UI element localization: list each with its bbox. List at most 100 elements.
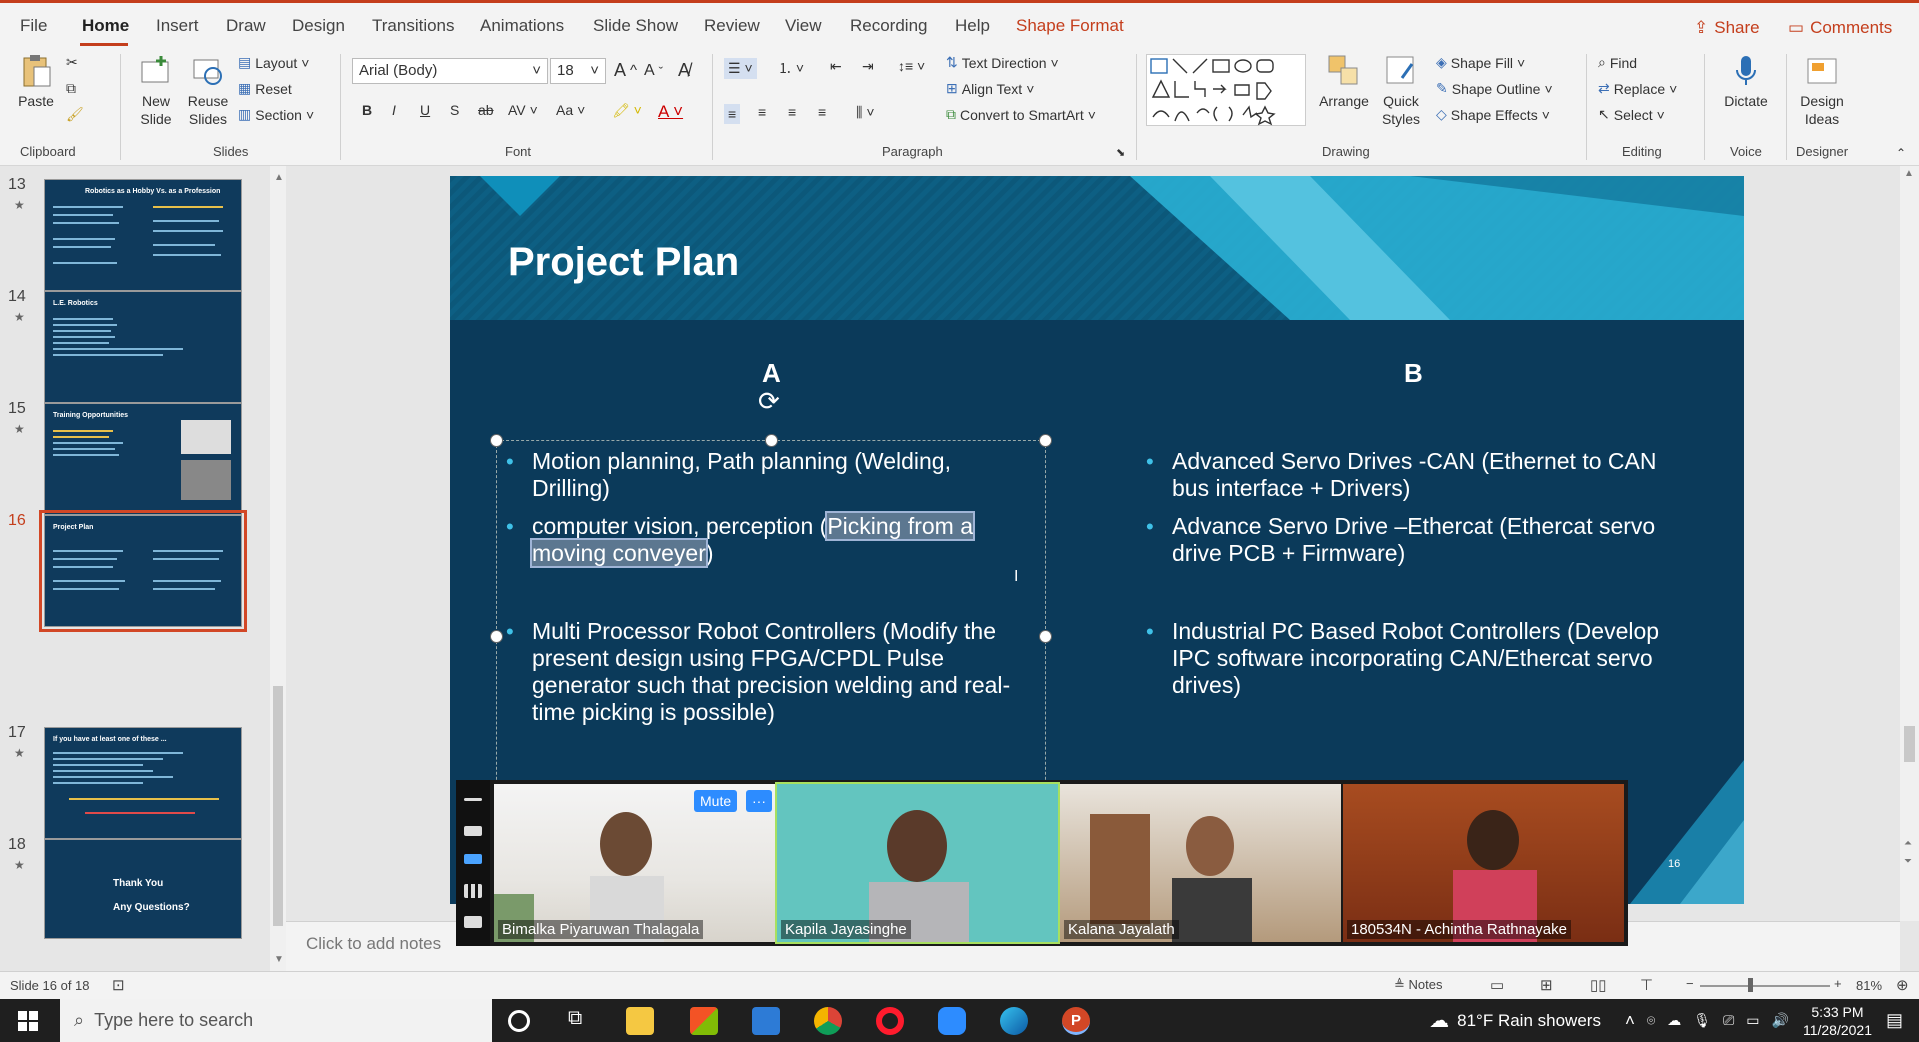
chrome-icon[interactable] [814, 1007, 842, 1035]
onedrive-icon[interactable]: ☁ [1667, 1012, 1681, 1029]
justify-icon[interactable]: ≡ [818, 104, 826, 120]
bullet-b-2[interactable]: Advance Servo Drive –Ethercat (Ethercat … [1146, 513, 1672, 567]
numbering-icon[interactable]: ⒈ ˅ [778, 58, 804, 78]
tab-slide-show[interactable]: Slide Show [593, 16, 678, 36]
dictate-button[interactable]: Dictate [1716, 54, 1776, 110]
reading-view-icon[interactable]: ▯▯ [1590, 976, 1607, 994]
decrease-indent-icon[interactable]: ⇤ [830, 58, 842, 75]
tab-view[interactable]: View [785, 16, 822, 36]
zoom-out-icon[interactable]: − [1686, 976, 1694, 991]
tab-draw[interactable]: Draw [226, 16, 266, 36]
taskbar-search[interactable]: ⌕ Type here to search [60, 999, 492, 1042]
participant-video-2[interactable]: Kapila Jayasinghe [775, 782, 1060, 944]
opera-icon[interactable] [876, 1007, 904, 1035]
strip-view-icon[interactable] [464, 854, 482, 864]
clock[interactable]: 5:33 PM 11/28/2021 [1803, 1003, 1872, 1039]
chevron-up-icon[interactable]: ˄ [1625, 1011, 1635, 1031]
slide-title[interactable]: Project Plan [508, 240, 739, 285]
clear-formatting-icon[interactable]: A̸ [678, 60, 690, 81]
scroll-up-icon[interactable]: ▲ [1904, 168, 1914, 179]
zoom-slider-thumb[interactable] [1748, 978, 1753, 992]
slide-thumbnail-14[interactable]: L.E. Robotics [44, 291, 242, 403]
highlight-color-icon[interactable]: 🖍 ˅ [612, 102, 642, 119]
store-icon[interactable] [690, 1007, 718, 1035]
format-painter-icon[interactable]: 🖌 [66, 106, 84, 123]
canvas-scrollbar[interactable]: ▲ ⏶ ⏷ [1900, 166, 1919, 921]
columns-icon[interactable]: ⫼ ˅ [856, 104, 875, 121]
normal-view-icon[interactable]: ▭ [1490, 976, 1504, 994]
windows-start-icon[interactable] [18, 1011, 38, 1031]
gallery-view-icon[interactable] [464, 884, 482, 898]
edge-icon[interactable] [1000, 1007, 1028, 1035]
collapse-ribbon-icon[interactable]: ⌃ [1896, 146, 1906, 160]
bullet-a-2[interactable]: computer vision, perception (Picking fro… [506, 511, 1032, 568]
resize-handle[interactable] [490, 630, 503, 643]
paragraph-dialog-launcher-icon[interactable]: ⬊ [1116, 146, 1125, 159]
microphone-icon[interactable]: 🎙 [1693, 1012, 1711, 1029]
file-explorer-icon[interactable] [626, 1007, 654, 1035]
next-slide-icon[interactable]: ⏷ [1904, 856, 1912, 867]
fit-to-window-icon[interactable]: ⊕ [1896, 976, 1909, 994]
cortana-icon[interactable] [508, 1010, 530, 1032]
tab-recording[interactable]: Recording [850, 16, 928, 36]
participant-video-3[interactable]: Kalana Jayalath [1060, 784, 1341, 942]
mail-icon[interactable] [752, 1007, 780, 1035]
tab-shape-format[interactable]: Shape Format [1016, 16, 1124, 36]
bullet-b-3[interactable]: Industrial PC Based Robot Controllers (D… [1146, 618, 1672, 699]
shadow-button[interactable]: S [450, 102, 459, 118]
powerpoint-icon[interactable]: P [1062, 1007, 1090, 1035]
find-button[interactable]: ⌕ Find [1598, 54, 1637, 71]
shrink-font-button[interactable]: Aˇ [644, 62, 663, 80]
copy-icon[interactable]: ⧉ [66, 80, 76, 97]
align-left-icon[interactable]: ≡ [724, 104, 741, 124]
accessibility-icon[interactable]: ⊡ [112, 976, 125, 994]
font-family-select[interactable]: Arial (Body) ˅ [352, 58, 548, 84]
section-button[interactable]: ▥ Section ˅ [238, 106, 314, 123]
tab-transitions[interactable]: Transitions [372, 16, 455, 36]
font-size-select[interactable]: 18 ˅ [550, 58, 606, 84]
reuse-slides-button[interactable]: Reuse Slides [186, 54, 230, 128]
resize-handle[interactable] [490, 434, 503, 447]
cut-icon[interactable]: ✂ [66, 54, 78, 71]
slide-thumbnail-15[interactable]: Training Opportunities [44, 403, 242, 515]
comments-button[interactable]: ▭ Comments [1788, 12, 1892, 44]
task-view-icon[interactable]: ⧉ [568, 1007, 596, 1035]
slide-thumbnail-13[interactable]: Robotics as a Hobby Vs. as a Profession [44, 179, 242, 291]
zoom-in-icon[interactable]: + [1834, 976, 1842, 991]
scroll-up-icon[interactable]: ▲ [274, 172, 284, 183]
column-b-heading[interactable]: B [1404, 358, 1423, 389]
bullet-a-1[interactable]: Motion planning, Path planning (Welding,… [506, 448, 1032, 502]
share-button[interactable]: ⇪ Share [1694, 12, 1760, 44]
new-slide-button[interactable]: New Slide [134, 54, 178, 128]
display-icon[interactable]: ⎚ [1723, 1012, 1734, 1029]
previous-slide-icon[interactable]: ⏶ [1904, 838, 1912, 849]
shape-effects-button[interactable]: ◇ Shape Effects ˅ [1436, 106, 1550, 123]
column-a-heading[interactable]: A [762, 358, 781, 389]
character-spacing-button[interactable]: AV ˅ [508, 102, 538, 118]
mute-button[interactable]: Mute [694, 790, 738, 812]
shape-outline-button[interactable]: ✎ Shape Outline ˅ [1436, 80, 1553, 97]
replace-button[interactable]: ⇄ Replace ˅ [1598, 80, 1677, 97]
slide-sorter-icon[interactable]: ⊞ [1540, 976, 1553, 994]
notes-toggle-button[interactable]: ≜ Notes [1394, 977, 1442, 993]
network-icon[interactable]: ⌾ [1647, 1012, 1655, 1029]
slide-show-icon[interactable]: ⊤ [1640, 976, 1653, 994]
design-ideas-button[interactable]: Design Ideas [1794, 54, 1850, 128]
arrange-button[interactable]: Arrange [1316, 54, 1372, 110]
slide-thumbnail-16[interactable]: Project Plan [39, 510, 247, 632]
minimize-icon[interactable] [464, 798, 482, 801]
notifications-icon[interactable]: ▤ [1886, 1010, 1903, 1031]
quick-styles-button[interactable]: Quick Styles [1376, 54, 1426, 128]
participant-video-1[interactable]: Mute ··· Bimalka Piyaruwan Thalagala [494, 784, 775, 942]
resize-handle[interactable] [1039, 434, 1052, 447]
rotate-handle-icon[interactable]: ⟳ [758, 386, 780, 417]
scroll-thumb[interactable] [1904, 726, 1915, 762]
layout-button[interactable]: ▤ Layout ˅ [238, 54, 309, 71]
bullet-a-3[interactable]: Multi Processor Robot Controllers (Modif… [506, 618, 1042, 726]
change-case-button[interactable]: Aa ˅ [556, 102, 585, 118]
strikethrough-button[interactable]: ab [478, 102, 494, 118]
more-options-button[interactable]: ··· [746, 790, 772, 812]
weather-text[interactable]: 81°F Rain showers [1457, 1011, 1601, 1031]
convert-smartart-button[interactable]: ⧉ Convert to SmartArt ˅ [946, 106, 1096, 123]
paste-button[interactable]: Paste [14, 54, 58, 110]
